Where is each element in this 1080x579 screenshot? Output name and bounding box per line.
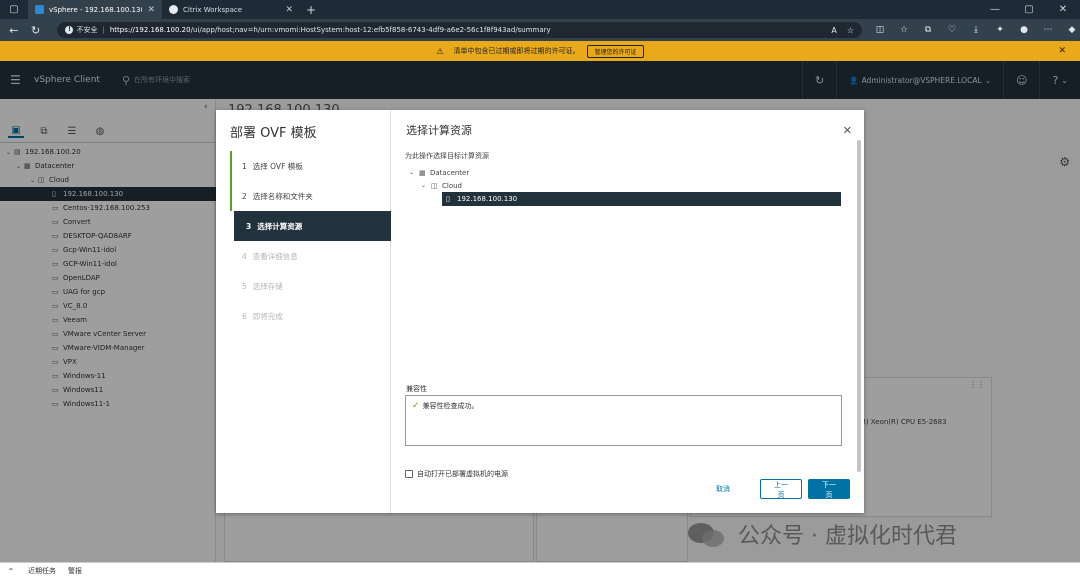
compatibility-label: 兼容性 (406, 385, 427, 393)
downloads-icon[interactable]: ⤓ (968, 25, 984, 35)
bottom-task-bar: ⌃ 近期任务 警报 (0, 562, 1080, 579)
vsphere-favicon-icon (35, 5, 44, 14)
wizard-step-2[interactable]: 2 选择名称和文件夹 (230, 181, 391, 211)
tree-item-datacenter[interactable]: ⌄ ▦ Datacenter (405, 166, 841, 179)
wizard-step-1[interactable]: 1 选择 OVF 模板 (230, 151, 391, 181)
wizard-step-6: 6 即将完成 (242, 311, 283, 321)
wizard-step-3[interactable]: 3 选择计算资源 (234, 211, 391, 241)
wizard-steps: 1 选择 OVF 模板 2 选择名称和文件夹 3 选择计算资源 4 查看详细信息 5 选择存储 6 即… (230, 151, 391, 331)
new-tab-icon[interactable]: + (300, 3, 322, 17)
refresh-icon[interactable]: ↻ (28, 24, 44, 37)
next-button[interactable]: 下一页 (808, 479, 850, 499)
browser-tab-citrix[interactable]: Citrix Workspace ✕ (162, 0, 300, 19)
warning-icon: ! (65, 26, 74, 34)
wizard-buttons: 取消 上一页 下一页 (706, 479, 850, 499)
cluster-icon: ◫ (431, 181, 438, 190)
close-icon[interactable]: ✕ (843, 124, 852, 137)
wizard-page-title: 选择计算资源 (406, 124, 472, 137)
watermark: 公众号 · 虚拟化时代君 (688, 518, 957, 550)
license-warning-banner: ⚠ 清单中包含已过期或即将过期的许可证。 管理您的许可证 ✕ (0, 41, 1080, 61)
alarms-tab[interactable]: 警报 (62, 566, 88, 576)
banner-message: 清单中包含已过期或即将过期的许可证。 (453, 47, 580, 55)
wechat-logo-icon (688, 519, 728, 549)
compatibility-box: ✓ 兼容性检查成功。 (405, 395, 842, 446)
scrollbar[interactable] (857, 140, 861, 472)
dialog-title: 部署 OVF 模板 (230, 126, 317, 141)
datacenter-icon: ▦ (419, 168, 426, 177)
browser-essentials-icon[interactable]: ♡ (944, 25, 960, 35)
checkmark-icon: ✓ (412, 401, 420, 411)
split-screen-icon[interactable]: ◫ (872, 25, 888, 35)
power-on-label: 自动打开已部署虚拟机的电源 (417, 470, 508, 478)
close-tab-icon[interactable]: ✕ (285, 5, 293, 15)
read-aloud-icon[interactable]: A (831, 26, 836, 35)
favorites-icon[interactable]: ☆ (896, 25, 912, 35)
power-on-checkbox[interactable] (405, 470, 413, 478)
url-text: https://192.168.100.20/ui/app/host;nav=h… (109, 26, 551, 34)
manage-license-button[interactable]: 管理您的许可证 (587, 44, 644, 58)
watermark-text: 公众号 · 虚拟化时代君 (738, 524, 957, 549)
wizard-steps-panel: 部署 OVF 模板 1 选择 OVF 模板 2 选择名称和文件夹 3 选择计算资源 4 查看详… (216, 110, 391, 513)
compatibility-message: 兼容性检查成功。 (422, 402, 479, 410)
close-tab-icon[interactable]: ✕ (147, 5, 155, 15)
tab-title: vSphere - 192.168.100.130 - 摘要 (49, 5, 143, 14)
host-icon: ▯ (446, 195, 450, 203)
back-icon[interactable]: ← (6, 24, 22, 37)
banner-close-icon[interactable]: ✕ (1058, 46, 1066, 56)
chevron-down-icon[interactable]: ⌄ (409, 169, 419, 176)
tree-item-cluster[interactable]: ⌄ ◫ Cloud (405, 179, 841, 192)
chevron-down-icon[interactable]: ⌄ (421, 182, 431, 189)
tree-item-host[interactable]: ▯ 192.168.100.130 (442, 192, 841, 206)
citrix-favicon-icon (169, 5, 178, 14)
minimize-icon[interactable]: — (978, 4, 1012, 15)
tab-title: Citrix Workspace (183, 5, 243, 14)
alert-icon: ⚠ (436, 46, 444, 56)
more-options-icon[interactable]: ⋯ (1040, 25, 1056, 35)
back-button[interactable]: 上一页 (760, 479, 802, 499)
compute-resource-tree: ⌄ ▦ Datacenter ⌄ ◫ Cloud ▯ 192.168.100.130 (405, 166, 841, 206)
security-label: 不安全 (76, 26, 98, 34)
cancel-button[interactable]: 取消 (706, 479, 740, 499)
wizard-step-4: 4 查看详细信息 (242, 251, 298, 261)
wizard-subtitle: 为此操作选择目标计算资源 (405, 152, 489, 160)
close-window-icon[interactable]: ✕ (1046, 4, 1080, 15)
deploy-ovf-dialog: 部署 OVF 模板 1 选择 OVF 模板 2 选择名称和文件夹 3 选择计算资源 4 查看详… (216, 110, 864, 513)
extensions-icon[interactable]: ✦ (992, 25, 1008, 35)
favorite-star-icon[interactable]: ☆ (847, 26, 854, 35)
address-bar: ← ↻ ! 不安全 | https://192.168.100.20/ui/app… (0, 19, 1080, 41)
browser-tab-vsphere[interactable]: vSphere - 192.168.100.130 - 摘要 ✕ (28, 0, 162, 19)
window-menu-icon[interactable]: ▢ (0, 0, 28, 19)
profile-avatar-icon[interactable]: ● (1016, 25, 1032, 35)
wizard-page: 选择计算资源 ✕ 为此操作选择目标计算资源 ⌄ ▦ Datacenter ⌄ ◫ Clo… (391, 110, 864, 513)
power-on-option[interactable]: 自动打开已部署虚拟机的电源 (405, 469, 508, 479)
maximize-icon[interactable]: ▢ (1012, 4, 1046, 15)
chevron-up-icon[interactable]: ⌃ (0, 567, 22, 576)
collections-icon[interactable]: ⧉ (920, 25, 936, 35)
copilot-icon[interactable]: ◆ (1064, 25, 1080, 35)
browser-tab-bar: ▢ vSphere - 192.168.100.130 - 摘要 ✕ Citri… (0, 0, 1080, 19)
omnibox[interactable]: ! 不安全 | https://192.168.100.20/ui/app/hos… (57, 22, 862, 38)
recent-tasks-tab[interactable]: 近期任务 (22, 566, 62, 576)
wizard-step-5: 5 选择存储 (242, 281, 283, 291)
